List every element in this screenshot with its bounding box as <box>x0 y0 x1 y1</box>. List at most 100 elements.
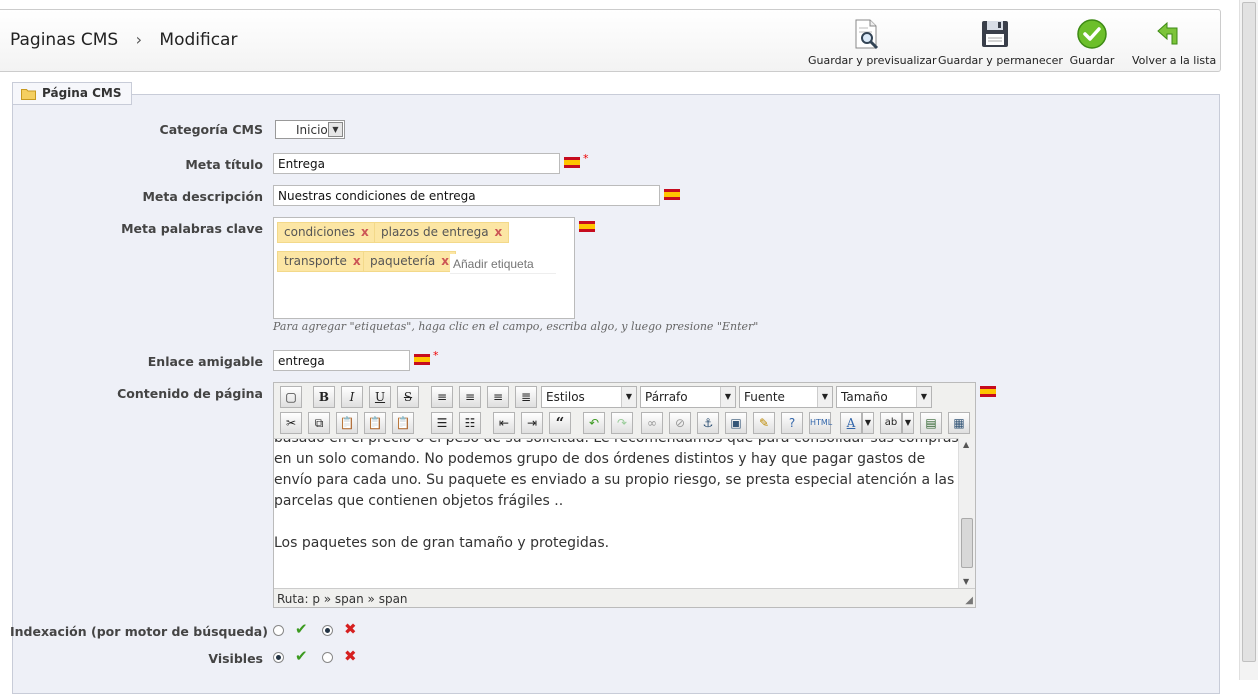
template-icon[interactable]: ▦ <box>948 412 970 434</box>
resize-handle-icon[interactable]: ◢ <box>965 595 973 606</box>
visible-no-radio[interactable] <box>322 652 333 663</box>
numbered-list-icon[interactable]: ☷ <box>459 412 481 434</box>
save-button[interactable]: Guardar <box>1068 18 1116 67</box>
meta-title-input[interactable] <box>273 153 560 174</box>
keyword-tag: paquetería x <box>363 251 457 272</box>
align-right-icon[interactable]: ≡ <box>487 386 509 408</box>
remove-tag-icon[interactable]: x <box>495 225 503 239</box>
meta-keywords-label: Meta palabras clave <box>121 221 263 236</box>
floppy-disk-icon <box>982 21 1008 47</box>
html-source-icon[interactable]: HTML <box>809 412 832 434</box>
chevron-down-icon: ▼ <box>817 387 832 407</box>
chevron-down-icon[interactable]: ▼ <box>902 412 914 434</box>
spain-flag-icon[interactable] <box>579 221 595 232</box>
format-dropdown[interactable]: Párrafo ▼ <box>640 386 736 408</box>
chevron-down-icon: ▼ <box>328 122 343 137</box>
styles-dropdown[interactable]: Estilos ▼ <box>541 386 637 408</box>
header-toolbar: Paginas CMS › Modificar Guardar y previs… <box>0 9 1221 72</box>
background-color-icon[interactable]: ab <box>880 412 902 434</box>
scroll-down-icon[interactable]: ▼ <box>963 577 969 586</box>
remove-tag-icon[interactable]: x <box>441 254 449 268</box>
indent-icon[interactable]: ⇥ <box>521 412 543 434</box>
category-selected-value: Inicio <box>296 123 328 137</box>
fieldset-legend: Página CMS <box>12 82 133 105</box>
chevron-down-icon: ▼ <box>916 387 931 407</box>
back-to-list-button[interactable]: Volver a la lista <box>1132 18 1216 67</box>
meta-title-label: Meta título <box>185 157 263 172</box>
paste-word-icon[interactable]: 📋 <box>392 412 414 434</box>
visible-label: Visibles <box>208 651 263 666</box>
link-icon[interactable]: ∞ <box>641 412 663 434</box>
redo-icon[interactable]: ↷ <box>611 412 633 434</box>
legend-label: Página CMS <box>42 86 122 100</box>
save-and-preview-button[interactable]: Guardar y previsualizar <box>808 18 937 67</box>
rich-text-editor: ▢ B I U S ≡ ≡ ≡ ≣ Estilos ▼ Párrafo ▼ Fuen… <box>273 382 976 608</box>
paste-icon[interactable]: 📋 <box>336 412 358 434</box>
visible-yes-radio[interactable] <box>273 652 284 663</box>
breadcrumb-separator: › <box>135 30 143 49</box>
underline-icon[interactable]: U <box>369 386 391 408</box>
undo-icon[interactable]: ↶ <box>583 412 605 434</box>
indexation-label: Indexación (por motor de búsqueda) <box>10 624 268 639</box>
friendly-url-input[interactable] <box>273 350 410 371</box>
category-select[interactable]: Inicio ▼ <box>275 120 345 139</box>
align-left-icon[interactable]: ≡ <box>431 386 453 408</box>
strikethrough-icon[interactable]: S <box>397 386 419 408</box>
paste-text-icon[interactable]: 📋 <box>364 412 386 434</box>
folder-icon <box>21 88 36 100</box>
scrollbar-thumb[interactable] <box>961 518 973 568</box>
image-icon[interactable]: ▣ <box>725 412 747 434</box>
friendly-url-label: Enlace amigable <box>147 354 263 369</box>
meta-description-label: Meta descripción <box>142 189 263 204</box>
check-circle-icon <box>1077 19 1107 49</box>
save-and-stay-button[interactable]: Guardar y permanecer <box>938 18 1063 67</box>
remove-tag-icon[interactable]: x <box>353 254 361 268</box>
align-justify-icon[interactable]: ≣ <box>515 386 537 408</box>
cut-icon[interactable]: ✂ <box>280 412 302 434</box>
page-scrollbar-thumb[interactable] <box>1242 2 1256 662</box>
chevron-down-icon: ▼ <box>621 387 636 407</box>
bold-icon[interactable]: B <box>313 386 335 408</box>
align-center-icon[interactable]: ≡ <box>459 386 481 408</box>
outdent-icon[interactable]: ⇤ <box>493 412 515 434</box>
keyword-tag: plazos de entrega x <box>374 222 510 243</box>
font-dropdown[interactable]: Fuente ▼ <box>739 386 833 408</box>
content-paragraph: basado en el precio o el peso de su soli… <box>274 438 959 509</box>
spain-flag-icon[interactable] <box>664 189 680 200</box>
breadcrumb-item-cms-pages[interactable]: Paginas CMS <box>10 30 118 50</box>
keyword-tag: transporte x <box>277 251 368 272</box>
italic-icon[interactable]: I <box>341 386 363 408</box>
remove-tag-icon[interactable]: x <box>361 225 369 239</box>
media-icon[interactable]: ▤ <box>920 412 942 434</box>
size-dropdown[interactable]: Tamaño ▼ <box>836 386 932 408</box>
new-document-icon[interactable]: ▢ <box>280 386 302 408</box>
editor-scrollbar[interactable]: ▲ ▼ <box>958 438 975 588</box>
breadcrumb: Paginas CMS › Modificar <box>10 30 237 50</box>
spain-flag-icon[interactable] <box>980 386 996 397</box>
indexation-no-radio[interactable] <box>322 625 333 636</box>
keywords-hint: Para agregar "etiquetas", haga clic en e… <box>273 320 759 333</box>
required-mark: * <box>433 349 439 362</box>
cross-icon: ✖ <box>344 647 357 665</box>
blockquote-icon[interactable]: “ <box>549 412 571 434</box>
text-color-icon[interactable]: A <box>840 412 862 434</box>
chevron-down-icon[interactable]: ▼ <box>862 412 874 434</box>
chevron-down-icon: ▼ <box>720 387 735 407</box>
scroll-up-icon[interactable]: ▲ <box>963 440 969 449</box>
help-icon[interactable]: ? <box>781 412 803 434</box>
cross-icon: ✖ <box>344 620 357 638</box>
editor-path-bar: Ruta: p » span » span <box>274 588 975 607</box>
spain-flag-icon[interactable] <box>414 354 430 365</box>
cleanup-icon[interactable]: ✎ <box>753 412 775 434</box>
anchor-icon[interactable]: ⚓ <box>697 412 719 434</box>
indexation-yes-radio[interactable] <box>273 625 284 636</box>
bullet-list-icon[interactable]: ☰ <box>431 412 453 434</box>
page-scrollbar[interactable] <box>1239 0 1258 680</box>
unlink-icon[interactable]: ⊘ <box>669 412 691 434</box>
spain-flag-icon[interactable] <box>564 157 580 168</box>
editor-content-area[interactable]: basado en el precio o el peso de su soli… <box>274 438 959 588</box>
add-tag-input[interactable] <box>450 254 556 274</box>
keyword-tag: condiciones x <box>277 222 376 243</box>
copy-icon[interactable]: ⧉ <box>308 412 330 434</box>
meta-description-input[interactable] <box>273 185 660 206</box>
